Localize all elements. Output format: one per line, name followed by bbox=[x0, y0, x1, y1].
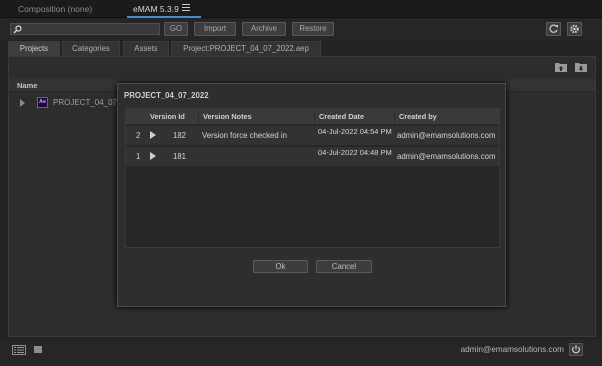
status-bar: admin@emamsolutions.com bbox=[0, 339, 602, 366]
archive-button[interactable]: Archive bbox=[242, 22, 286, 36]
refresh-button[interactable] bbox=[546, 22, 561, 36]
name-column-label: Name bbox=[17, 81, 38, 90]
top-tab-bar: Composition (none) eMAM 5.3.9 bbox=[0, 0, 602, 18]
col-version-id[interactable]: Version Id bbox=[146, 109, 198, 125]
col-created-date[interactable]: Created Date bbox=[314, 109, 394, 125]
search-input[interactable] bbox=[10, 23, 160, 35]
logout-button[interactable] bbox=[569, 343, 583, 356]
versions-table: Version Id Version Notes Created Date Cr… bbox=[125, 108, 500, 248]
versions-table-header: Version Id Version Notes Created Date Cr… bbox=[126, 109, 499, 125]
ok-button[interactable]: Ok bbox=[253, 260, 308, 273]
table-row[interactable]: 1 181 04-Jul-2022 04:48 PM admin@emamsol… bbox=[126, 147, 499, 167]
logged-in-user: admin@emamsolutions.com bbox=[460, 345, 564, 354]
tab-projects[interactable]: Projects bbox=[8, 41, 60, 56]
emam-tab[interactable]: eMAM 5.3.9 bbox=[127, 0, 201, 18]
refresh-icon bbox=[549, 24, 558, 33]
download-folder-icon[interactable] bbox=[575, 61, 587, 72]
nav-tabs: Projects Categories Assets Project:PROJE… bbox=[0, 41, 602, 56]
expand-caret-icon[interactable] bbox=[20, 99, 25, 107]
cancel-button[interactable]: Cancel bbox=[316, 260, 372, 273]
import-button[interactable]: Import bbox=[194, 22, 236, 36]
tab-project-file[interactable]: Project:PROJECT_04_07_2022.aep bbox=[171, 41, 321, 56]
created-by: admin@emamsolutions.com bbox=[397, 152, 496, 161]
upload-folder-icon[interactable] bbox=[555, 61, 567, 72]
power-icon bbox=[572, 345, 580, 354]
version-id: 181 bbox=[173, 152, 187, 161]
toolbar: GO Import Archive Restore bbox=[0, 19, 602, 40]
list-view-icon[interactable] bbox=[12, 345, 26, 355]
versions-dialog: PROJECT_04_07_2022 Version Id Version No… bbox=[117, 83, 506, 307]
emam-tab-label: eMAM 5.3.9 bbox=[133, 4, 179, 14]
play-icon[interactable] bbox=[150, 131, 156, 139]
created-date: 04-Jul-2022 04:48 PM bbox=[318, 148, 392, 157]
panel-menu-icon[interactable] bbox=[182, 4, 190, 13]
col-created-by[interactable]: Created by bbox=[394, 109, 499, 125]
tab-categories[interactable]: Categories bbox=[62, 41, 120, 56]
play-icon[interactable] bbox=[150, 152, 156, 160]
active-tab-underline bbox=[127, 16, 201, 18]
settings-button[interactable] bbox=[567, 22, 582, 36]
gear-icon bbox=[570, 24, 579, 34]
created-date: 04-Jul-2022 04:54 PM bbox=[318, 127, 392, 136]
composition-tab[interactable]: Composition (none) bbox=[18, 0, 92, 18]
search-icon bbox=[13, 25, 22, 34]
after-effects-icon: Ae bbox=[37, 97, 48, 108]
go-button[interactable]: GO bbox=[164, 22, 188, 36]
restore-button[interactable]: Restore bbox=[292, 22, 334, 36]
col-version-notes[interactable]: Version Notes bbox=[198, 109, 314, 125]
row-index: 1 bbox=[136, 152, 141, 161]
tab-assets[interactable]: Assets bbox=[123, 41, 169, 56]
table-row[interactable]: 2 182 Version force checked in 04-Jul-20… bbox=[126, 126, 499, 146]
thumbnail-view-icon[interactable] bbox=[34, 346, 42, 353]
dialog-title: PROJECT_04_07_2022 bbox=[124, 91, 209, 100]
